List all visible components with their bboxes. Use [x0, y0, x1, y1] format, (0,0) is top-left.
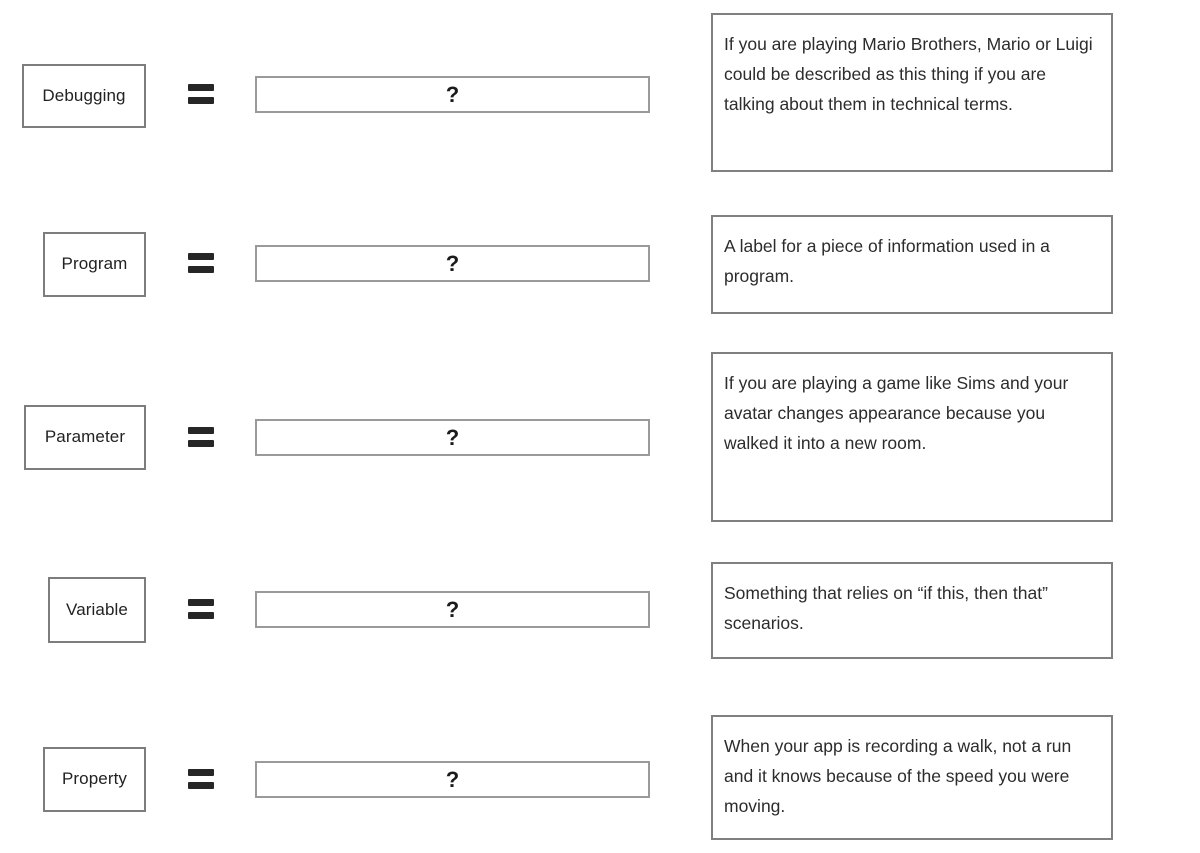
term-box-5[interactable]: Property [43, 747, 146, 812]
description-text: When your app is recording a walk, not a… [724, 736, 1072, 817]
term-label: Property [61, 769, 128, 789]
answer-box-1[interactable]: ? [255, 76, 650, 113]
equals-icon-3 [188, 423, 214, 451]
description-text: If you are playing Mario Brothers, Mario… [724, 34, 1093, 115]
description-box-2: A label for a piece of information used … [711, 215, 1113, 314]
term-box-1[interactable]: Debugging [22, 64, 146, 128]
description-box-4: Something that relies on “if this, then … [711, 562, 1113, 659]
matching-worksheet: { "worksheet": { "equals_symbol": "=", "… [0, 0, 1200, 853]
equals-icon-2 [188, 249, 214, 277]
matching-row: Debugging ? If you are playing Mario Bro… [0, 0, 1200, 200]
answer-placeholder: ? [445, 596, 460, 622]
equals-icon-5 [188, 765, 214, 793]
description-box-5: When your app is recording a walk, not a… [711, 715, 1113, 840]
description-text: If you are playing a game like Sims and … [724, 373, 1069, 454]
answer-placeholder: ? [445, 766, 460, 792]
term-box-3[interactable]: Parameter [24, 405, 146, 470]
term-box-2[interactable]: Program [43, 232, 146, 297]
answer-placeholder: ? [445, 81, 460, 107]
term-box-4[interactable]: Variable [48, 577, 146, 643]
description-text: Something that relies on “if this, then … [724, 583, 1048, 634]
description-box-1: If you are playing Mario Brothers, Mario… [711, 13, 1113, 172]
description-box-3: If you are playing a game like Sims and … [711, 352, 1113, 522]
description-text: A label for a piece of information used … [724, 236, 1050, 287]
equals-icon-4 [188, 595, 214, 623]
term-label: Parameter [44, 427, 126, 447]
answer-placeholder: ? [445, 250, 460, 276]
term-label: Variable [66, 599, 128, 619]
answer-placeholder: ? [445, 424, 460, 450]
equals-icon-1 [188, 80, 214, 108]
answer-box-3[interactable]: ? [255, 419, 650, 456]
term-label: Debugging [42, 85, 126, 105]
answer-box-4[interactable]: ? [255, 591, 650, 628]
answer-box-5[interactable]: ? [255, 761, 650, 798]
answer-box-2[interactable]: ? [255, 245, 650, 282]
term-label: Program [61, 254, 128, 274]
